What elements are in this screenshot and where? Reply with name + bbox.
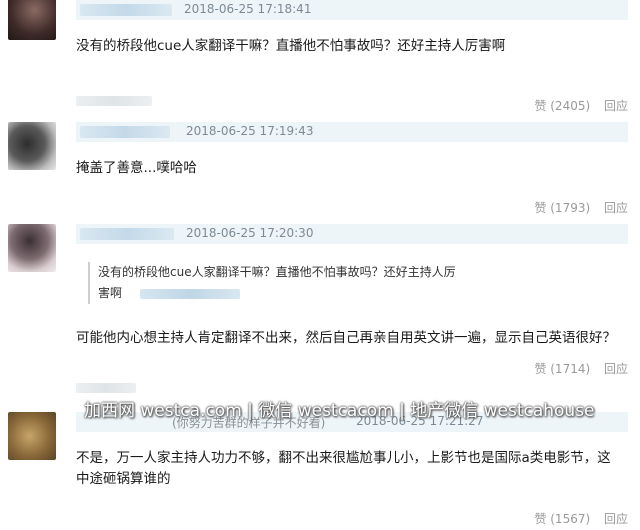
comment-text: 没有的桥段他cue人家翻译干嘛？直播他不怕事故吗？还好主持人厉害啊 [76, 38, 506, 54]
username-blurred[interactable] [80, 126, 170, 138]
avatar[interactable] [8, 122, 56, 170]
username-blurred[interactable] [80, 228, 174, 240]
avatar[interactable] [8, 412, 56, 460]
blurred-mention [76, 96, 152, 106]
like-button[interactable]: 赞 (1567) [534, 512, 590, 526]
comment-text: 不是，万一人家主持人功力不够，翻不出来很尴尬事儿小，上影节也是国际a类电影节，这… [76, 448, 628, 490]
comment-timestamp: 2018-06-25 17:18:41 [184, 2, 312, 16]
reply-button[interactable]: 回应 [604, 512, 628, 526]
comment-text: 可能他内心想主持人肯定翻译不出来，然后自己再亲自用英文讲一遍，显示自己英语很好？ [76, 330, 616, 346]
comment-meta-bar: 2018-06-25 17:19:43 [76, 122, 628, 142]
like-button[interactable]: 赞 (2405) [534, 99, 590, 113]
quote-line: 害啊 [98, 283, 580, 304]
avatar[interactable] [8, 0, 56, 40]
comment-1: 2018-06-25 17:18:41 没有的桥段他cue人家翻译干嘛？直播他不… [0, 0, 640, 118]
reply-button[interactable]: 回应 [604, 201, 628, 215]
reply-button[interactable]: 回应 [604, 99, 628, 113]
comment-actions: 赞 (2405) 回应 [524, 97, 628, 114]
avatar[interactable] [8, 224, 56, 272]
quote-line: 没有的桥段他cue人家翻译干嘛？直播他不怕事故吗？还好主持人厉 [98, 265, 456, 279]
comment-meta-bar: 2018-06-25 17:18:41 [76, 0, 628, 20]
comment-timestamp: 2018-06-25 17:20:30 [186, 226, 314, 240]
quote-line-end: 害啊 [98, 286, 123, 300]
quoted-author-blurred[interactable] [139, 288, 240, 299]
comment-timestamp: 2018-06-25 17:19:43 [186, 124, 314, 138]
comment-4: (你努力苦群的样子并不好看) 2018-06-25 17:21:27 不是，万一… [0, 412, 640, 530]
like-button[interactable]: 赞 (1793) [534, 201, 590, 215]
comment-2: 2018-06-25 17:19:43 掩盖了善意...噗哈哈 赞 (1793)… [0, 122, 640, 218]
username-blurred[interactable] [80, 4, 172, 16]
comment-text-line: 不是，万一人家主持人功力不够，翻不出来很尴尬事儿小，上影节也是国际a类电影节，这 [76, 450, 611, 466]
blurred-mention [76, 383, 136, 393]
comment-text-line: 中途砸锅算谁的 [76, 471, 171, 487]
watermark: 加西网 westca.com | 微信 westcacom | 地产微信 wes… [84, 401, 595, 421]
comment-actions: 赞 (1714) 回应 [524, 360, 628, 377]
comment-meta-bar: 2018-06-25 17:20:30 [76, 224, 628, 244]
quoted-comment: 没有的桥段他cue人家翻译干嘛？直播他不怕事故吗？还好主持人厉 害啊 [88, 262, 580, 304]
comment-actions: 赞 (1567) 回应 [524, 510, 628, 527]
comment-text: 掩盖了善意...噗哈哈 [76, 160, 197, 176]
reply-button[interactable]: 回应 [604, 362, 628, 376]
comment-actions: 赞 (1793) 回应 [524, 199, 628, 216]
like-button[interactable]: 赞 (1714) [534, 362, 590, 376]
